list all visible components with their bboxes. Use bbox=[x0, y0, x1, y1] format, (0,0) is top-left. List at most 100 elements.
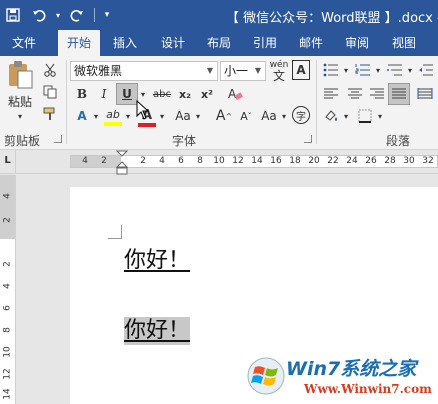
text-effects-button[interactable]: A bbox=[72, 106, 92, 126]
bullets-icon[interactable] bbox=[320, 60, 342, 80]
multilevel-dropdown-icon[interactable]: ▾ bbox=[406, 60, 414, 80]
qat-separator bbox=[94, 8, 95, 22]
numbering-dropdown-icon[interactable]: ▾ bbox=[374, 60, 382, 80]
highlight-button[interactable]: ab bbox=[102, 106, 124, 128]
superscript-button[interactable]: x² bbox=[196, 84, 218, 104]
numbering-icon[interactable] bbox=[352, 60, 374, 80]
font-color-dropdown-icon[interactable]: ▾ bbox=[158, 106, 166, 126]
vertical-ruler-number: 2 bbox=[2, 217, 13, 223]
indent-markers-icon[interactable] bbox=[116, 150, 128, 176]
paste-label[interactable]: 粘贴 bbox=[4, 92, 36, 110]
highlight-label: ab bbox=[106, 108, 120, 121]
vertical-ruler-number: 6 bbox=[2, 305, 13, 311]
paragraph[interactable]: 你好！ bbox=[124, 247, 190, 275]
vertical-ruler[interactable]: 4 2 2 4 6 8 10 12 14 bbox=[0, 175, 16, 404]
bold-button[interactable]: B bbox=[72, 84, 92, 104]
tab-file[interactable]: 文件 bbox=[0, 30, 48, 56]
undo-icon[interactable] bbox=[26, 0, 52, 30]
tab-home[interactable]: 开始 bbox=[58, 30, 100, 56]
change-case-dropdown-icon[interactable]: ▾ bbox=[194, 106, 202, 126]
bullets-dropdown-icon[interactable]: ▾ bbox=[342, 60, 350, 80]
vertical-ruler-number: 10 bbox=[2, 346, 13, 358]
shrink-font-button[interactable]: Aˇ bbox=[236, 106, 256, 126]
mouse-cursor-icon bbox=[136, 100, 150, 120]
shrink-font-label: A bbox=[240, 109, 248, 123]
multilevel-list-icon[interactable] bbox=[384, 60, 406, 80]
ruler-number: 30 bbox=[403, 156, 415, 166]
customize-qat-icon[interactable]: ▾ bbox=[99, 0, 115, 30]
format-painter-icon[interactable] bbox=[40, 104, 60, 124]
font-color-bar bbox=[138, 122, 156, 127]
tab-view[interactable]: 视图 bbox=[382, 30, 426, 56]
tab-mailings[interactable]: 邮件 bbox=[290, 30, 332, 56]
shading-dropdown-icon[interactable]: ▾ bbox=[342, 106, 350, 126]
character-border-button[interactable]: A bbox=[292, 60, 310, 80]
font-size-combo[interactable]: 小一 ▼ bbox=[220, 61, 266, 81]
italic-button[interactable]: I bbox=[94, 84, 114, 104]
windows-logo-icon bbox=[247, 357, 285, 395]
copy-icon[interactable] bbox=[40, 82, 60, 102]
underline-button[interactable]: U bbox=[116, 83, 138, 105]
ruler-number: 22 bbox=[327, 156, 339, 166]
borders-dropdown-icon[interactable]: ▾ bbox=[376, 106, 384, 126]
clipboard-launcher-icon[interactable] bbox=[54, 135, 62, 143]
paste-icon[interactable] bbox=[4, 60, 36, 90]
highlight-color-bar bbox=[104, 122, 122, 126]
justify-icon[interactable] bbox=[388, 83, 410, 105]
tab-review[interactable]: 审阅 bbox=[336, 30, 378, 56]
group-separator bbox=[66, 60, 67, 144]
clear-formatting-icon[interactable]: A bbox=[224, 83, 246, 105]
decrease-indent-icon[interactable] bbox=[416, 60, 436, 80]
tab-selector[interactable]: L bbox=[0, 150, 16, 174]
svg-text:A: A bbox=[228, 87, 237, 101]
tab-insert[interactable]: 插入 bbox=[104, 30, 146, 56]
font-group-label: 字体 bbox=[172, 134, 197, 148]
enclose-characters-button[interactable]: 字 bbox=[292, 106, 310, 124]
aa-button[interactable]: Aa bbox=[258, 106, 280, 126]
selected-paragraph[interactable]: 你好！ bbox=[124, 317, 191, 345]
vertical-ruler-number: 2 bbox=[2, 261, 13, 267]
highlight-dropdown-icon[interactable]: ▾ bbox=[124, 106, 132, 126]
vertical-ruler-number: 12 bbox=[2, 368, 13, 380]
tab-layout[interactable]: 布局 bbox=[198, 30, 240, 56]
text-effects-dropdown-icon[interactable]: ▾ bbox=[92, 106, 100, 126]
aa-dropdown-icon[interactable]: ▾ bbox=[280, 106, 288, 126]
borders-icon[interactable] bbox=[354, 106, 376, 126]
font-name-combo[interactable]: 微软雅黑 ▼ bbox=[70, 61, 218, 81]
ruler-number: 28 bbox=[384, 156, 396, 166]
vertical-ruler-number: 4 bbox=[2, 193, 13, 199]
ribbon-tabs: 文件 开始 插入 设计 布局 引用 邮件 审阅 视图 bbox=[0, 30, 438, 56]
ribbon: 粘贴 ▾ 剪贴板 微软雅黑 ▼ 小一 ▼ wén 文 A B I U ▾ abc… bbox=[0, 56, 438, 150]
redo-icon[interactable] bbox=[64, 0, 90, 30]
tab-design[interactable]: 设计 bbox=[152, 30, 194, 56]
ruler-number: 14 bbox=[251, 156, 263, 166]
strikethrough-button[interactable]: abc bbox=[150, 84, 174, 104]
paste-dropdown-icon[interactable]: ▾ bbox=[14, 111, 26, 121]
vertical-ruler-top-margin bbox=[0, 175, 15, 239]
chevron-down-icon[interactable]: ▼ bbox=[251, 62, 265, 80]
paragraph-group-label: 段落 bbox=[386, 134, 411, 148]
phonetic-guide-button[interactable]: wén 文 bbox=[268, 58, 290, 84]
subscript-button[interactable]: x₂ bbox=[174, 84, 196, 104]
chevron-down-icon[interactable]: ▼ bbox=[203, 62, 217, 80]
align-center-icon[interactable] bbox=[344, 84, 366, 104]
align-left-icon[interactable] bbox=[320, 84, 342, 104]
ruler-number: 12 bbox=[232, 156, 244, 166]
ruler-number: 24 bbox=[346, 156, 358, 166]
ruler-number: 32 bbox=[422, 156, 434, 166]
ruler-number: 16 bbox=[270, 156, 282, 166]
change-case-button[interactable]: Aa bbox=[172, 106, 194, 126]
tab-references[interactable]: 引用 bbox=[244, 30, 286, 56]
watermark-title: Win7系统之家 bbox=[286, 358, 417, 380]
undo-dropdown-icon[interactable]: ▾ bbox=[52, 0, 64, 30]
grow-font-button[interactable]: A ^ bbox=[214, 106, 234, 126]
cut-icon[interactable] bbox=[40, 60, 60, 80]
shading-icon[interactable] bbox=[320, 106, 342, 126]
font-launcher-icon[interactable] bbox=[304, 135, 312, 143]
distributed-icon[interactable] bbox=[414, 84, 436, 104]
document-title: 【 微信公众号：Word联盟 】.docx - W bbox=[226, 11, 438, 26]
ruler-number: 2 bbox=[140, 156, 146, 166]
vertical-ruler-number: 8 bbox=[2, 327, 13, 333]
align-right-icon[interactable] bbox=[366, 84, 388, 104]
save-icon[interactable] bbox=[0, 0, 26, 30]
